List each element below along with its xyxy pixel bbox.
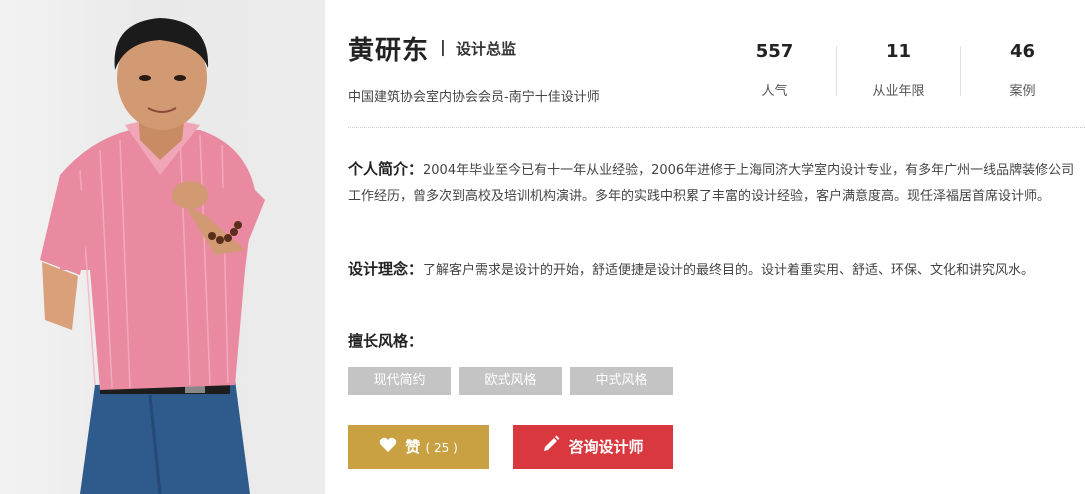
section-divider	[348, 127, 1085, 128]
stat-label: 案例	[1009, 84, 1036, 99]
designer-info-panel: 黄研东 | 设计总监 中国建筑协会室内协会会员-南宁十佳设计师 557 人气 1…	[348, 0, 1085, 494]
stat-label: 从业年限	[872, 84, 925, 99]
stat-label: 人气	[761, 84, 788, 99]
stat-value: 46	[1009, 41, 1036, 62]
style-tag[interactable]: 中式风格	[570, 367, 673, 395]
intro-heading: 个人简介：	[348, 160, 424, 178]
stat-cases[interactable]: 46 案例	[961, 38, 1084, 99]
stat-value: 11	[885, 41, 912, 62]
design-philosophy: 设计理念：了解客户需求是设计的开始，舒适便捷是设计的最终目的。设计着重实用、舒适…	[348, 256, 1085, 284]
philosophy-heading: 设计理念：	[348, 260, 424, 278]
like-label: 赞	[405, 438, 421, 456]
like-button[interactable]: 赞 ( 25 )	[348, 425, 489, 469]
consult-designer-button[interactable]: 咨询设计师	[513, 425, 673, 469]
like-count: ( 25 )	[425, 441, 458, 455]
consult-label: 咨询设计师	[568, 438, 644, 456]
designer-membership: 中国建筑协会室内协会会员-南宁十佳设计师	[348, 90, 600, 105]
intro-text: 2004年毕业至今已有十一年从业经验，2006年进修于上海同济大学室内设计专业，…	[348, 163, 1075, 204]
stat-popularity: 557 人气	[713, 38, 836, 99]
styles-heading: 擅长风格：	[348, 332, 424, 350]
style-tag[interactable]: 欧式风格	[459, 367, 562, 395]
designer-portrait-illustration	[40, 18, 265, 494]
designer-photo	[0, 0, 325, 494]
stat-years: 11 从业年限	[837, 38, 960, 99]
stat-value: 557	[755, 41, 794, 62]
philosophy-text: 了解客户需求是设计的开始，舒适便捷是设计的最终目的。设计着重实用、舒适、环保、文…	[423, 263, 1035, 278]
personal-intro: 个人简介：2004年毕业至今已有十一年从业经验，2006年进修于上海同济大学室内…	[348, 156, 1078, 210]
title-separator: |	[440, 37, 446, 56]
pencil-icon	[542, 426, 560, 470]
designer-title: 设计总监	[456, 40, 517, 58]
stats-panel: 557 人气 11 从业年限 46 案例	[713, 38, 1084, 99]
style-tag[interactable]: 现代简约	[348, 367, 451, 395]
designer-name: 黄研东	[348, 36, 430, 66]
heart-icon	[379, 426, 397, 470]
